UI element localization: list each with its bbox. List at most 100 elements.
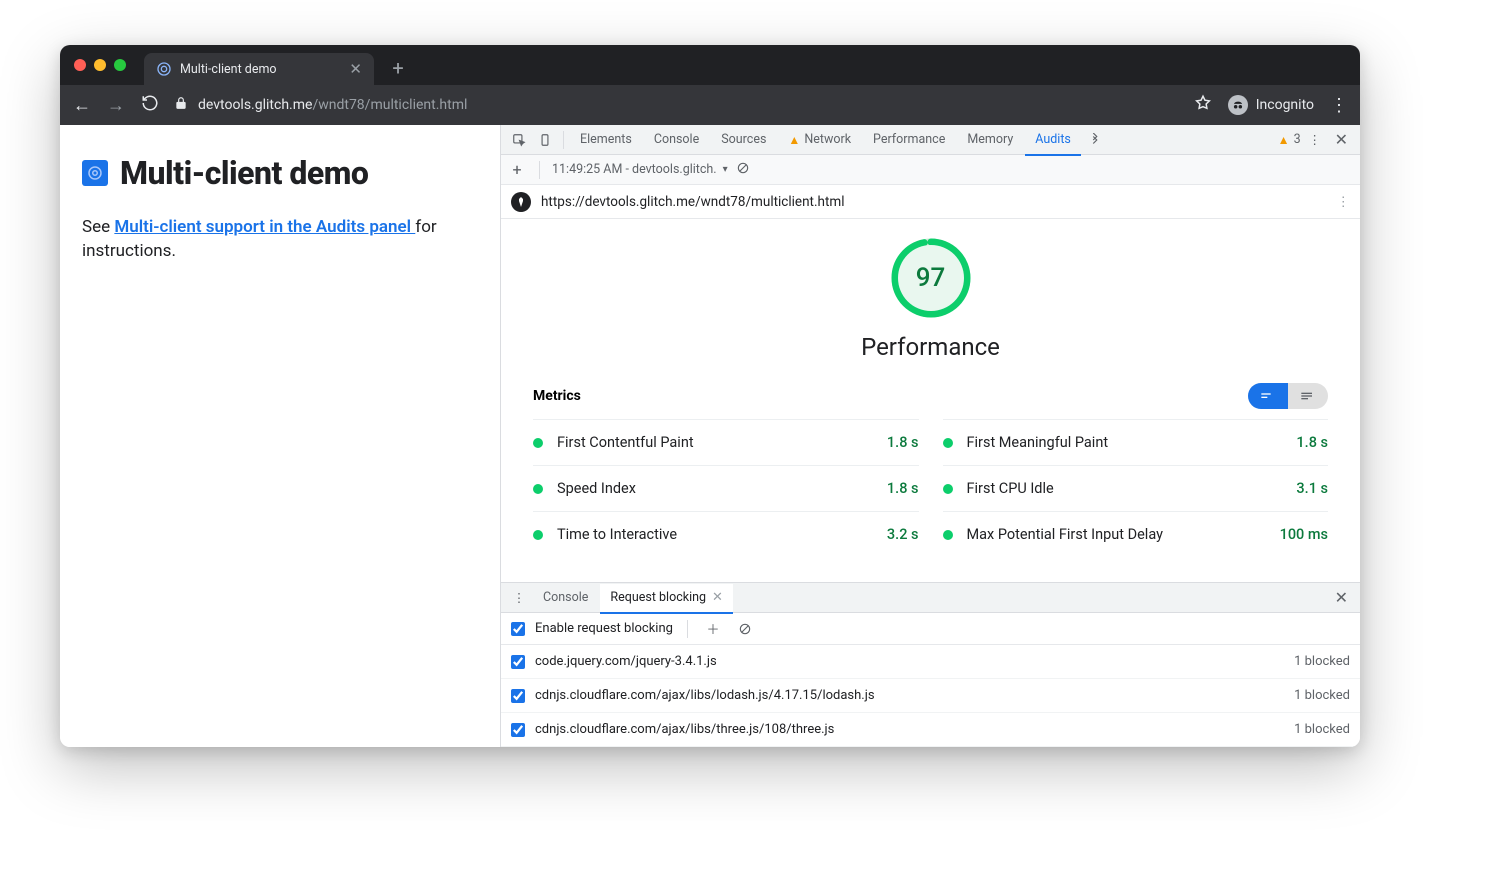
drawer-tab-close-icon[interactable]: ✕ bbox=[712, 590, 723, 605]
drawer-tab-request-blocking[interactable]: Request blocking ✕ bbox=[600, 584, 733, 614]
request-blocking-toolbar: Enable request blocking ＋ bbox=[501, 613, 1360, 645]
metric-row[interactable]: First CPU Idle3.1 s bbox=[943, 465, 1329, 511]
audit-menu-icon[interactable]: ⋮ bbox=[1337, 194, 1351, 210]
tab-title: Multi-client demo bbox=[180, 62, 341, 77]
enable-blocking-label: Enable request blocking bbox=[535, 621, 673, 636]
url-path: /wndt78/multiclient.html bbox=[312, 97, 467, 113]
metric-name: Max Potential First Input Delay bbox=[967, 526, 1280, 543]
metric-value: 3.2 s bbox=[887, 526, 919, 543]
body-prefix: See bbox=[82, 217, 114, 237]
page-docs-link[interactable]: Multi-client support in the Audits panel bbox=[114, 217, 415, 237]
window-controls bbox=[74, 59, 126, 71]
lock-icon bbox=[174, 96, 188, 114]
metrics-view-toggle bbox=[1248, 383, 1328, 409]
tab-sources[interactable]: Sources bbox=[711, 125, 776, 155]
block-pattern-checkbox[interactable] bbox=[511, 689, 525, 703]
tab-audits[interactable]: Audits bbox=[1025, 126, 1081, 156]
page-body: See Multi-client support in the Audits p… bbox=[82, 216, 478, 264]
metric-name: First Meaningful Paint bbox=[967, 434, 1297, 451]
page-title: Multi-client demo bbox=[120, 151, 368, 196]
tab-elements[interactable]: Elements bbox=[570, 125, 642, 155]
block-pattern-checkbox[interactable] bbox=[511, 655, 525, 669]
browser-tab[interactable]: Multi-client demo ✕ bbox=[144, 53, 374, 85]
block-pattern-row[interactable]: cdnjs.cloudflare.com/ajax/libs/lodash.js… bbox=[501, 679, 1360, 713]
audit-page-url: https://devtools.glitch.me/wndt78/multic… bbox=[541, 194, 845, 210]
devtools-drawer: ⋮ Console Request blocking ✕ ✕ Enable re… bbox=[501, 582, 1360, 747]
view-toggle-expanded[interactable] bbox=[1288, 383, 1328, 409]
metric-name: Time to Interactive bbox=[557, 526, 887, 543]
tab-network-label: Network bbox=[804, 132, 851, 147]
metric-row[interactable]: First Meaningful Paint1.8 s bbox=[943, 419, 1329, 465]
block-pattern-count: 1 blocked bbox=[1294, 688, 1350, 703]
metrics-grid: First Contentful Paint1.8 s First Meaning… bbox=[533, 419, 1328, 557]
window-close-button[interactable] bbox=[74, 59, 86, 71]
incognito-indicator[interactable]: Incognito bbox=[1228, 95, 1314, 115]
audit-report: 97 Performance Metrics bbox=[501, 219, 1360, 582]
performance-gauge: 97 Performance bbox=[533, 237, 1328, 361]
metric-name: Speed Index bbox=[557, 480, 887, 497]
warnings-count-number: 3 bbox=[1294, 132, 1301, 147]
drawer-close-icon[interactable]: ✕ bbox=[1329, 588, 1354, 607]
nav-back-button[interactable]: ← bbox=[72, 95, 92, 116]
incognito-label: Incognito bbox=[1256, 97, 1314, 113]
reload-button[interactable] bbox=[140, 94, 160, 117]
favicon-icon bbox=[156, 61, 172, 77]
tab-network[interactable]: ▲ Network bbox=[778, 125, 861, 155]
metric-row[interactable]: Max Potential First Input Delay100 ms bbox=[943, 511, 1329, 557]
url-box[interactable]: devtools.glitch.me/wndt78/multiclient.ht… bbox=[174, 96, 1180, 114]
clear-patterns-button[interactable] bbox=[734, 622, 756, 636]
bookmark-icon[interactable] bbox=[1194, 94, 1212, 116]
block-pattern-row[interactable]: code.jquery.com/jquery-3.4.1.js1 blocked bbox=[501, 645, 1360, 679]
more-tabs-icon[interactable] bbox=[1083, 128, 1107, 152]
metric-row[interactable]: Time to Interactive3.2 s bbox=[533, 511, 919, 557]
tab-close-icon[interactable]: ✕ bbox=[349, 60, 362, 78]
browser-window: Multi-client demo ✕ + ← → devtools.glitc… bbox=[60, 45, 1360, 747]
metric-status-dot-icon bbox=[533, 438, 543, 448]
metric-value: 1.8 s bbox=[1296, 434, 1328, 451]
block-pattern-list: code.jquery.com/jquery-3.4.1.js1 blocked… bbox=[501, 645, 1360, 747]
new-tab-button[interactable]: + bbox=[386, 56, 410, 80]
drawer-tab-console[interactable]: Console bbox=[533, 583, 598, 613]
metric-row[interactable]: Speed Index1.8 s bbox=[533, 465, 919, 511]
metric-status-dot-icon bbox=[943, 484, 953, 494]
devtools-settings-icon[interactable]: ⋮ bbox=[1303, 128, 1327, 152]
block-pattern-text: cdnjs.cloudflare.com/ajax/libs/three.js/… bbox=[535, 722, 1284, 737]
titlebar: Multi-client demo ✕ + bbox=[60, 45, 1360, 85]
tab-performance[interactable]: Performance bbox=[863, 125, 955, 155]
add-pattern-button[interactable]: ＋ bbox=[702, 619, 724, 638]
block-pattern-row[interactable]: cdnjs.cloudflare.com/ajax/libs/three.js/… bbox=[501, 713, 1360, 747]
tab-memory[interactable]: Memory bbox=[957, 125, 1023, 155]
block-pattern-count: 1 blocked bbox=[1294, 722, 1350, 737]
window-minimize-button[interactable] bbox=[94, 59, 106, 71]
gauge-label: Performance bbox=[861, 333, 1000, 361]
nav-forward-button[interactable]: → bbox=[106, 95, 126, 116]
block-pattern-checkbox[interactable] bbox=[511, 723, 525, 737]
drawer-menu-icon[interactable]: ⋮ bbox=[507, 586, 531, 610]
metric-status-dot-icon bbox=[943, 530, 953, 540]
metrics-title: Metrics bbox=[533, 388, 581, 404]
tab-console[interactable]: Console bbox=[644, 125, 709, 155]
inspect-element-icon[interactable] bbox=[507, 128, 531, 152]
new-audit-button[interactable]: + bbox=[507, 160, 527, 179]
metric-value: 1.8 s bbox=[887, 434, 919, 451]
metric-row[interactable]: First Contentful Paint1.8 s bbox=[533, 419, 919, 465]
lighthouse-icon bbox=[511, 192, 531, 212]
metric-value: 1.8 s bbox=[887, 480, 919, 497]
metric-status-dot-icon bbox=[943, 438, 953, 448]
window-fullscreen-button[interactable] bbox=[114, 59, 126, 71]
view-toggle-compact[interactable] bbox=[1248, 383, 1288, 409]
page-content: Multi-client demo See Multi-client suppo… bbox=[60, 125, 500, 747]
metric-status-dot-icon bbox=[533, 484, 543, 494]
warnings-count[interactable]: ▲ 3 bbox=[1278, 132, 1301, 147]
device-toolbar-icon[interactable] bbox=[533, 128, 557, 152]
browser-menu-icon[interactable]: ⋮ bbox=[1330, 95, 1348, 116]
drawer-tab-rb-label: Request blocking bbox=[610, 590, 706, 605]
page-logo-icon bbox=[82, 160, 108, 186]
devtools-close-icon[interactable]: ✕ bbox=[1329, 130, 1354, 149]
devtools: Elements Console Sources ▲ Network Perfo… bbox=[500, 125, 1360, 747]
enable-blocking-checkbox[interactable] bbox=[511, 622, 525, 636]
metric-status-dot-icon bbox=[533, 530, 543, 540]
clear-audit-icon[interactable] bbox=[736, 161, 750, 179]
audit-report-select[interactable]: 11:49:25 AM - devtools.glitch. bbox=[552, 162, 728, 177]
block-pattern-text: cdnjs.cloudflare.com/ajax/libs/lodash.js… bbox=[535, 688, 1284, 703]
